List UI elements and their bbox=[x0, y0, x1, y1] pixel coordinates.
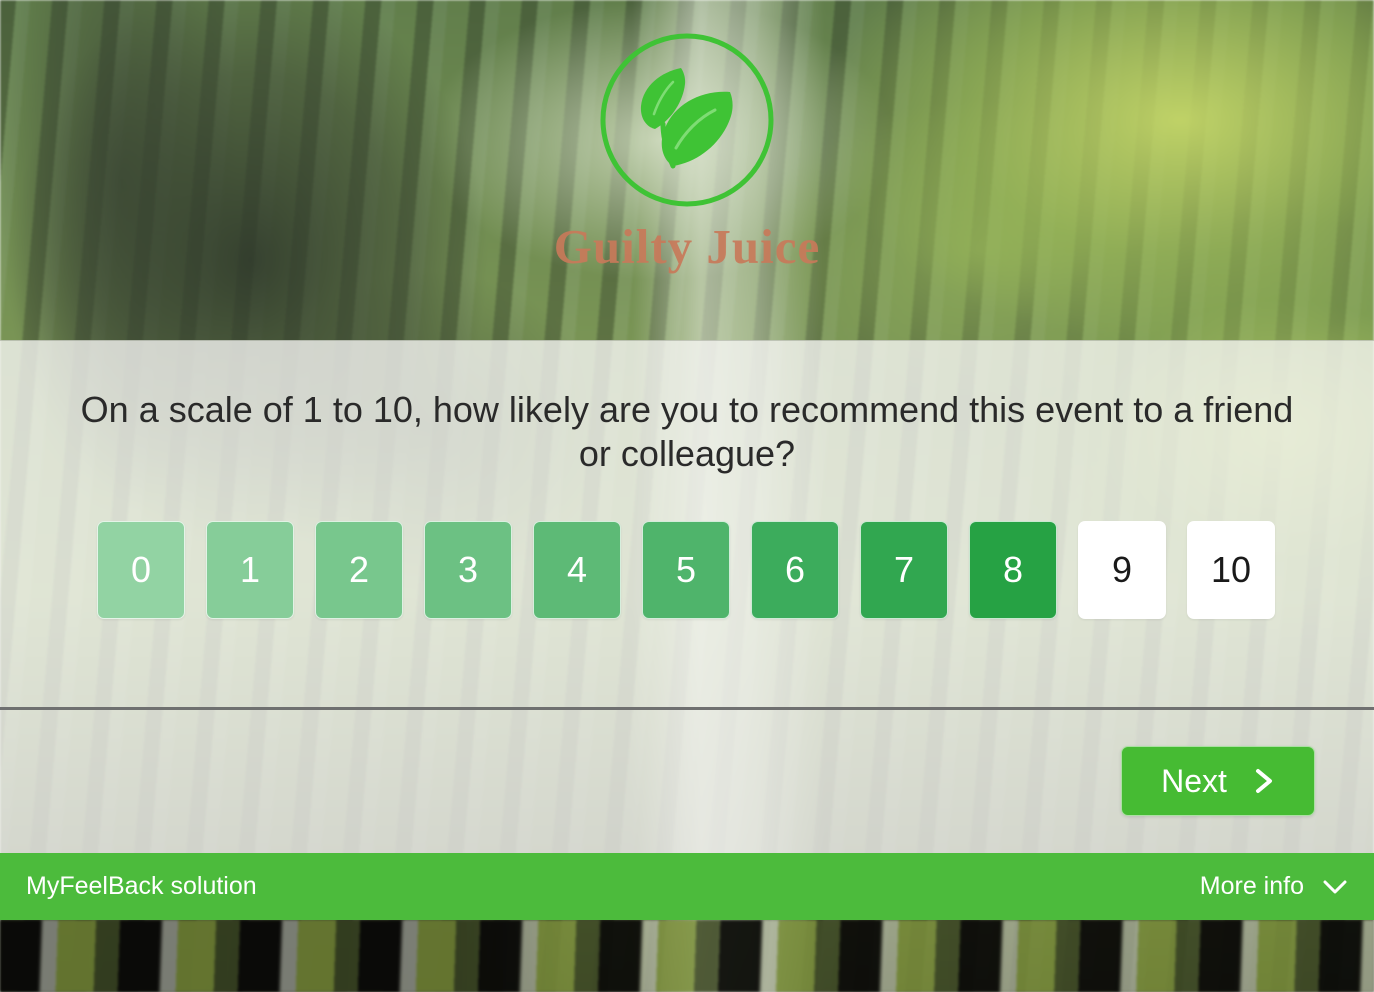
scale-option-label: 8 bbox=[1002, 549, 1024, 590]
rating-scale[interactable]: 0 1 2 3 4 5 6 7 8 9 10 bbox=[97, 521, 1275, 619]
scale-option-2[interactable]: 2 bbox=[315, 521, 403, 619]
scale-option-label: 0 bbox=[130, 549, 152, 590]
scale-option-label: 10 bbox=[1210, 549, 1252, 590]
scale-option-label: 1 bbox=[239, 549, 261, 590]
survey-card: On a scale of 1 to 10, how likely are yo… bbox=[0, 340, 1374, 853]
scale-option-5[interactable]: 5 bbox=[642, 521, 730, 619]
more-info-button[interactable]: More info bbox=[1200, 872, 1348, 901]
footer-brand-text: MyFeelBack solution bbox=[26, 872, 257, 900]
divider bbox=[0, 707, 1374, 710]
scale-option-label: 7 bbox=[893, 549, 915, 590]
scale-option-9[interactable]: 9 bbox=[1078, 521, 1166, 619]
chevron-down-icon bbox=[1323, 880, 1347, 893]
scale-option-1[interactable]: 1 bbox=[206, 521, 294, 619]
next-button-label: Next bbox=[1161, 762, 1227, 799]
scale-option-label: 4 bbox=[566, 549, 588, 590]
scale-option-4[interactable]: 4 bbox=[533, 521, 621, 619]
background-photo-lower-strip bbox=[0, 920, 1374, 992]
brand-name: Guilty Juice bbox=[553, 219, 821, 274]
brand-header: Guilty Juice bbox=[0, 0, 1374, 340]
more-info-label: More info bbox=[1199, 872, 1304, 900]
footer-bar: MyFeelBack solution More info bbox=[0, 853, 1374, 920]
scale-option-3[interactable]: 3 bbox=[424, 521, 512, 619]
next-button[interactable]: Next bbox=[1121, 746, 1315, 816]
scale-option-10[interactable]: 10 bbox=[1187, 521, 1275, 619]
question-text: On a scale of 1 to 10, how likely are yo… bbox=[80, 389, 1294, 474]
scale-option-0[interactable]: 0 bbox=[97, 521, 185, 619]
scale-option-7[interactable]: 7 bbox=[860, 521, 948, 619]
scale-option-label: 6 bbox=[784, 549, 806, 590]
scale-option-8[interactable]: 8 bbox=[969, 521, 1057, 619]
scale-option-label: 5 bbox=[675, 549, 697, 590]
scale-option-label: 9 bbox=[1111, 549, 1133, 590]
chevron-right-icon bbox=[1255, 769, 1272, 793]
leaf-circle-logo-icon bbox=[600, 33, 774, 207]
scale-option-label: 2 bbox=[348, 549, 370, 590]
scale-option-6[interactable]: 6 bbox=[751, 521, 839, 619]
scale-option-label: 3 bbox=[457, 549, 479, 590]
